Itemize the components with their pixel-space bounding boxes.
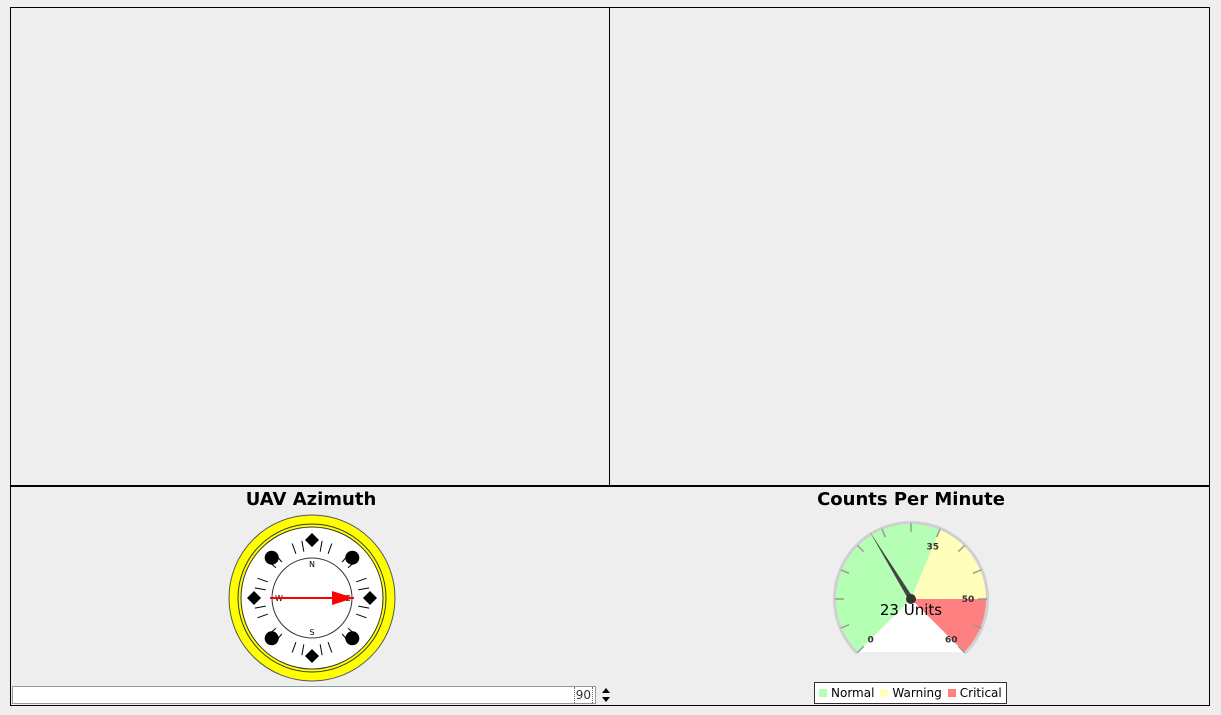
azimuth-spinner-input[interactable]: 90 (12, 686, 596, 704)
compass-title: UAV Azimuth (245, 489, 377, 510)
legend-swatch (880, 689, 889, 697)
gauge-title: Counts Per Minute (817, 489, 1005, 510)
legend-swatch (819, 689, 827, 697)
gauge-value-label: 23 Units (880, 601, 942, 619)
gauge-tick-label: 0 (868, 635, 874, 645)
legend-item-normal: Normal (819, 686, 874, 700)
legend-item-critical: Critical (947, 686, 1002, 700)
bottom-panel: UAV Azimuth N S W E 90 Counts Per Minute… (10, 485, 1210, 706)
compass-label-south: S (309, 628, 314, 637)
gauge-dial: 0 35 50 60 23 Units (833, 521, 989, 655)
spinner-down-arrow-icon[interactable] (599, 695, 613, 704)
compass-intercardinal-dot (264, 631, 279, 646)
spinner-up-arrow-icon[interactable] (599, 686, 613, 695)
gauge-range-bands (833, 521, 989, 655)
compass-intercardinal-dot (345, 550, 360, 565)
gauge-tick-label: 35 (927, 542, 940, 552)
legend-label: Warning (892, 686, 942, 700)
gauge-tick-label: 60 (945, 635, 958, 645)
gauge-tick-label: 50 (962, 595, 975, 605)
compass-dial: N S W E (228, 514, 396, 682)
compass-intercardinal-dot (264, 550, 279, 565)
legend-label: Normal (831, 686, 875, 700)
compass-label-north: N (309, 560, 315, 569)
azimuth-value[interactable]: 90 (573, 687, 593, 703)
top-right-panel (609, 7, 1210, 487)
legend-label: Critical (959, 686, 1002, 700)
compass-intercardinal-dot (345, 631, 360, 646)
top-left-panel (10, 7, 611, 487)
gauge-legend: Normal Warning Critical (814, 682, 1007, 704)
legend-swatch (947, 689, 956, 697)
legend-item-warning: Warning (880, 686, 942, 700)
